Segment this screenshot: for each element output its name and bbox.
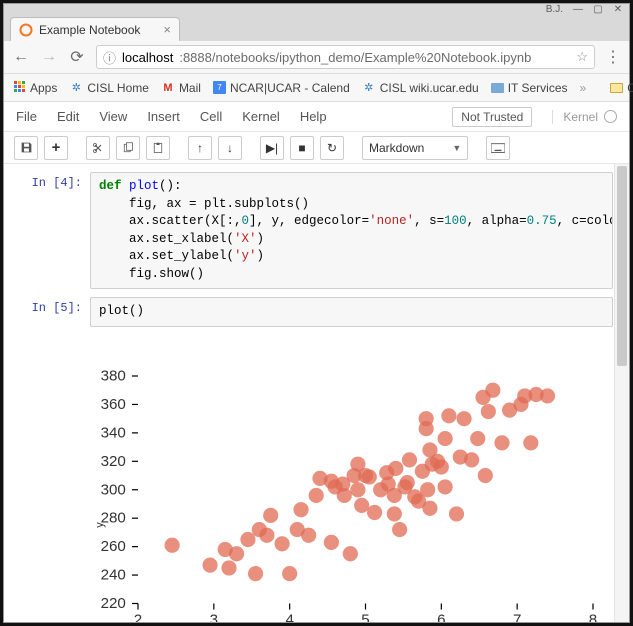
move-up-button[interactable]: ↑ [188, 136, 212, 160]
window-close-button[interactable]: ✕ [613, 4, 623, 15]
svg-text:360: 360 [101, 395, 126, 412]
window-minimize-button[interactable]: — [573, 4, 583, 15]
folder-icon [491, 83, 504, 93]
move-down-button[interactable]: ↓ [218, 136, 242, 160]
output-cell: y X 2345678220240260280300320340360380 [20, 335, 613, 623]
address-path: :8888/notebooks/ipython_demo/Example%20N… [179, 50, 531, 65]
menu-help[interactable]: Help [300, 109, 327, 124]
notebook-menubar: File Edit View Insert Cell Kernel Help N… [4, 102, 629, 132]
apps-label: Apps [30, 81, 57, 95]
gear-icon: ✲ [69, 81, 83, 95]
save-icon [20, 141, 33, 154]
paste-button[interactable] [146, 136, 170, 160]
keyboard-icon [491, 143, 505, 153]
browser-tab-strip: Example Notebook × [4, 14, 629, 41]
code-cell[interactable]: In [5]: plot() [20, 297, 613, 327]
browser-toolbar: ← → ⟳ ⓘ localhost :8888/notebooks/ipython… [4, 41, 629, 74]
notebook-toolbar: + ↑ ↓ ▶| ■ ↻ Markdown ▼ [4, 132, 629, 164]
user-badge: B.J. [546, 4, 563, 15]
browser-tab[interactable]: Example Notebook × [10, 17, 180, 41]
run-button[interactable]: ▶| [260, 136, 284, 160]
svg-text:5: 5 [361, 611, 369, 622]
svg-text:3: 3 [210, 611, 218, 622]
folder-icon [610, 83, 623, 93]
mail-icon: M [161, 81, 175, 95]
svg-text:8: 8 [589, 611, 597, 622]
command-palette-button[interactable] [486, 136, 510, 160]
svg-text:380: 380 [101, 367, 126, 384]
bookmarks-overflow[interactable]: » [580, 81, 587, 95]
bookmark-item[interactable]: ✲ CISL Home [69, 81, 149, 95]
menu-insert[interactable]: Insert [147, 109, 180, 124]
bookmark-item[interactable]: 7 NCAR|UCAR - Calend [213, 81, 350, 95]
scatter-chart: y X 2345678220240260280300320340360380 [90, 370, 605, 623]
scrollbar-thumb[interactable] [617, 166, 627, 366]
output-prompt [20, 335, 90, 623]
save-button[interactable] [14, 136, 38, 160]
address-bar[interactable]: ⓘ localhost :8888/notebooks/ipython_demo/… [96, 45, 595, 69]
vertical-scrollbar[interactable] [614, 164, 629, 622]
restart-button[interactable]: ↻ [320, 136, 344, 160]
address-host: localhost [122, 50, 173, 65]
svg-text:7: 7 [513, 611, 521, 622]
svg-text:260: 260 [101, 538, 126, 555]
cell-type-value: Markdown [369, 141, 424, 155]
interrupt-button[interactable]: ■ [290, 136, 314, 160]
reload-button[interactable]: ⟳ [68, 47, 86, 67]
bookmark-item[interactable]: ✲ CISL wiki.ucar.edu [362, 81, 479, 95]
scissors-icon [92, 142, 104, 154]
svg-text:300: 300 [101, 481, 126, 498]
calendar-icon: 7 [213, 81, 226, 94]
tab-title: Example Notebook [39, 23, 157, 37]
tab-close-icon[interactable]: × [163, 22, 171, 37]
back-button[interactable]: ← [12, 48, 30, 66]
code-editor[interactable]: def plot(): fig, ax = plt.subplots() ax.… [90, 172, 613, 289]
menu-view[interactable]: View [99, 109, 127, 124]
menu-cell[interactable]: Cell [200, 109, 222, 124]
svg-text:240: 240 [101, 566, 126, 583]
svg-text:280: 280 [101, 509, 126, 526]
apps-button[interactable]: Apps [12, 81, 57, 95]
jupyter-favicon [19, 23, 33, 37]
svg-text:320: 320 [101, 452, 126, 469]
site-info-icon[interactable]: ⓘ [103, 48, 116, 67]
kernel-status-icon [604, 110, 617, 123]
bookmark-star-icon[interactable]: ☆ [576, 49, 588, 65]
menu-kernel[interactable]: Kernel [242, 109, 280, 124]
paste-icon [152, 142, 164, 154]
other-bookmarks[interactable]: Other bookmarks [610, 81, 633, 95]
copy-icon [122, 142, 134, 154]
forward-button[interactable]: → [40, 48, 58, 66]
chart-canvas: 2345678220240260280300320340360380 [138, 376, 593, 604]
kernel-indicator: Kernel [552, 110, 617, 124]
menu-edit[interactable]: Edit [57, 109, 79, 124]
chevron-down-icon: ▼ [452, 143, 461, 153]
code-editor[interactable]: plot() [90, 297, 613, 327]
input-prompt: In [4]: [20, 172, 90, 289]
svg-text:220: 220 [101, 595, 126, 612]
window-maximize-button[interactable]: ▢ [593, 4, 603, 15]
input-prompt: In [5]: [20, 297, 90, 327]
gear-icon: ✲ [362, 81, 376, 95]
cut-button[interactable] [86, 136, 110, 160]
bookmarks-bar: Apps ✲ CISL Home M Mail 7 NCAR|UCAR - Ca… [4, 74, 629, 102]
apps-grid-icon [12, 81, 26, 95]
svg-text:4: 4 [285, 611, 293, 622]
svg-text:2: 2 [134, 611, 142, 622]
menu-file[interactable]: File [16, 109, 37, 124]
code-cell[interactable]: In [4]: def plot(): fig, ax = plt.subplo… [20, 172, 613, 289]
svg-text:340: 340 [101, 424, 126, 441]
bookmark-item[interactable]: M Mail [161, 81, 201, 95]
copy-button[interactable] [116, 136, 140, 160]
bookmark-item[interactable]: IT Services [491, 81, 568, 95]
trust-indicator[interactable]: Not Trusted [452, 107, 532, 127]
cell-type-select[interactable]: Markdown ▼ [362, 136, 468, 160]
notebook-area: In [4]: def plot(): fig, ax = plt.subplo… [4, 164, 629, 622]
chrome-menu-icon[interactable]: ⋮ [605, 47, 621, 67]
svg-text:6: 6 [437, 611, 445, 622]
add-cell-button[interactable]: + [44, 136, 68, 160]
window-title-strip: B.J. — ▢ ✕ [4, 4, 629, 14]
